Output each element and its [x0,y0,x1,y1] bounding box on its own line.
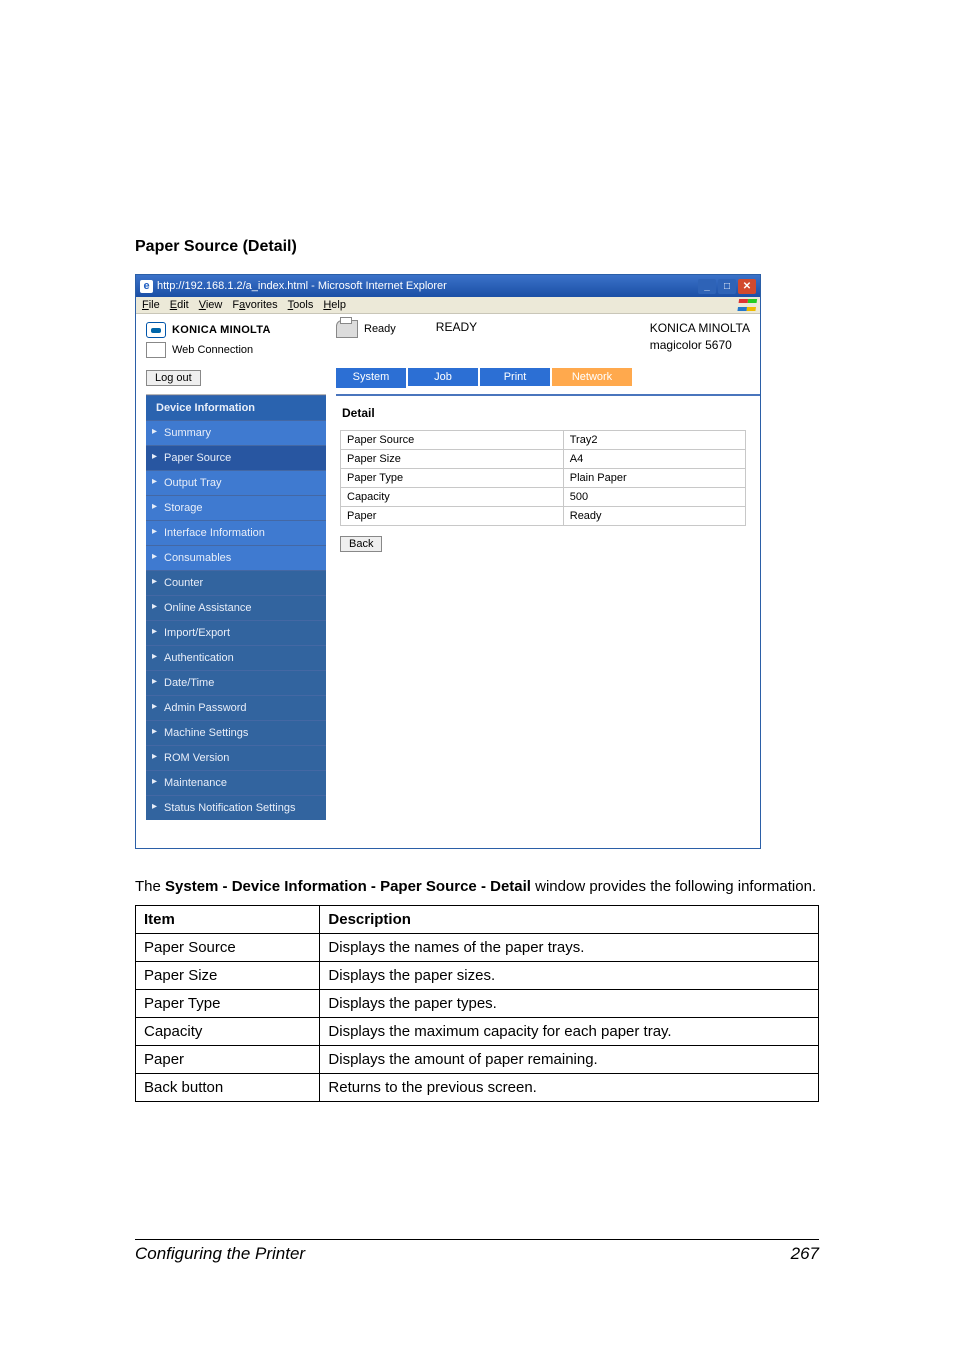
menu-view[interactable]: View [199,299,223,311]
ie-window: e http://192.168.1.2/a_index.html - Micr… [135,274,761,849]
sidebar-item-online-assistance[interactable]: Online Assistance [146,595,326,620]
detail-pane: Detail Paper SourceTray2 Paper SizeA4 Pa… [336,394,760,834]
detail-key: Capacity [341,488,564,507]
menu-edit[interactable]: Edit [170,299,189,311]
desc-cell: Returns to the previous screen. [320,1074,819,1102]
model-line1: KONICA MINOLTA [650,320,750,337]
sidebar-item-counter[interactable]: Counter [146,570,326,595]
detail-key: Paper Type [341,469,564,488]
desc-cell: Displays the paper sizes. [320,962,819,990]
ie-titlebar: e http://192.168.1.2/a_index.html - Micr… [136,275,760,297]
table-row: Paper SourceTray2 [341,431,746,450]
table-row: CapacityDisplays the maximum capacity fo… [136,1018,819,1046]
detail-key: Paper Source [341,431,564,450]
window-controls: _ □ ✕ [698,279,756,294]
item-cell: Capacity [136,1018,320,1046]
status-ready-big: READY [436,320,477,334]
body-text-suffix: window provides the following informatio… [531,878,816,895]
detail-key: Paper [341,507,564,526]
footer-left: Configuring the Printer [135,1244,305,1264]
sidebar: Device Information Summary Paper Source … [136,394,336,834]
maximize-icon[interactable]: □ [718,279,736,294]
detail-title: Detail [340,406,746,420]
back-button[interactable]: Back [340,536,382,552]
ie-menubar: File Edit View Favorites Tools Help [136,297,760,314]
ie-logo-icon: e [140,280,153,293]
table-row: Paper TypePlain Paper [341,469,746,488]
detail-value: 500 [563,488,745,507]
detail-value: Plain Paper [563,469,745,488]
item-cell: Paper Source [136,934,320,962]
sidebar-item-maintenance[interactable]: Maintenance [146,770,326,795]
ie-flag-icon [738,299,756,315]
footer-page-number: 267 [791,1244,819,1264]
detail-table: Paper SourceTray2 Paper SizeA4 Paper Typ… [340,430,746,526]
table-row: PaperReady [341,507,746,526]
table-row: Capacity500 [341,488,746,507]
page-footer: Configuring the Printer 267 [135,1239,819,1264]
model-line2: magicolor 5670 [650,337,750,354]
table-row: Paper SourceDisplays the names of the pa… [136,934,819,962]
close-icon[interactable]: ✕ [738,279,756,294]
item-cell: Paper [136,1046,320,1074]
menu-tools[interactable]: Tools [288,299,314,311]
model-info: KONICA MINOLTA magicolor 5670 [650,320,750,354]
brandbar: KONICA MINOLTA Web Connection [136,314,336,364]
minimize-icon[interactable]: _ [698,279,716,294]
logout-button[interactable]: Log out [146,370,201,386]
konica-minolta-logo-icon [146,322,166,338]
table-header-item: Item [136,906,320,934]
table-row: Back buttonReturns to the previous scree… [136,1074,819,1102]
tabs: System Job Print Network [336,364,760,394]
sidebar-item-consumables[interactable]: Consumables [146,545,326,570]
table-header-description: Description [320,906,819,934]
brand-name: KONICA MINOLTA [172,324,271,336]
item-cell: Paper Size [136,962,320,990]
sidebar-item-status-notification[interactable]: Status Notification Settings [146,795,326,820]
sidebar-item-admin-password[interactable]: Admin Password [146,695,326,720]
item-cell: Paper Type [136,990,320,1018]
detail-value: Ready [563,507,745,526]
desc-cell: Displays the names of the paper trays. [320,934,819,962]
sidebar-item-storage[interactable]: Storage [146,495,326,520]
tab-network[interactable]: Network [552,368,632,386]
description-table: Item Description Paper SourceDisplays th… [135,905,819,1102]
section-heading: Paper Source (Detail) [135,238,819,256]
table-row: PaperDisplays the amount of paper remain… [136,1046,819,1074]
tab-job[interactable]: Job [408,368,478,386]
desc-cell: Displays the paper types. [320,990,819,1018]
desc-cell: Displays the amount of paper remaining. [320,1046,819,1074]
item-cell: Back button [136,1074,320,1102]
ie-title: http://192.168.1.2/a_index.html - Micros… [157,280,447,292]
detail-key: Paper Size [341,450,564,469]
web-connection-label: Web Connection [172,344,253,356]
sidebar-item-import-export[interactable]: Import/Export [146,620,326,645]
sidebar-item-summary[interactable]: Summary [146,420,326,445]
table-row: Paper TypeDisplays the paper types. [136,990,819,1018]
detail-value: A4 [563,450,745,469]
sidebar-item-paper-source[interactable]: Paper Source [146,445,326,470]
table-row: Paper SizeDisplays the paper sizes. [136,962,819,990]
status-area: Ready READY KONICA MINOLTA magicolor 567… [336,314,760,364]
sidebar-item-rom-version[interactable]: ROM Version [146,745,326,770]
printer-icon [336,320,358,338]
desc-cell: Displays the maximum capacity for each p… [320,1018,819,1046]
body-text-prefix: The [135,878,165,895]
page-scope-icon [146,342,166,358]
menu-favorites[interactable]: Favorites [232,299,277,311]
body-text-bold: System - Device Information - Paper Sour… [165,878,531,895]
sidebar-item-machine-settings[interactable]: Machine Settings [146,720,326,745]
sidebar-item-authentication[interactable]: Authentication [146,645,326,670]
table-row: Paper SizeA4 [341,450,746,469]
detail-value: Tray2 [563,431,745,450]
status-ready-small: Ready [364,323,396,335]
tab-system[interactable]: System [336,368,406,386]
tab-print[interactable]: Print [480,368,550,386]
sidebar-header-device-info[interactable]: Device Information [146,395,326,420]
menu-help[interactable]: Help [323,299,346,311]
sidebar-item-output-tray[interactable]: Output Tray [146,470,326,495]
menu-file[interactable]: File [142,299,160,311]
sidebar-item-interface-info[interactable]: Interface Information [146,520,326,545]
sidebar-item-date-time[interactable]: Date/Time [146,670,326,695]
